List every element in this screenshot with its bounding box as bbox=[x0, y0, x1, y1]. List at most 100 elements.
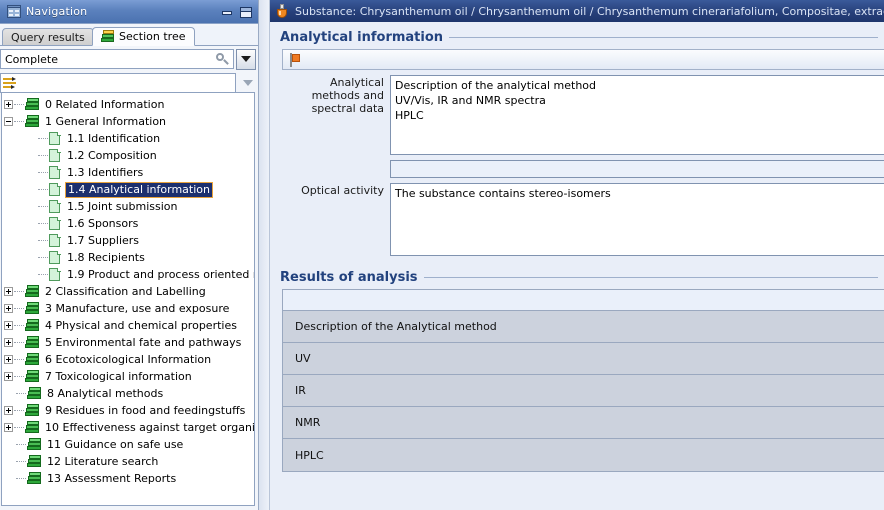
tree-item[interactable]: 1 General Information bbox=[4, 113, 254, 130]
form-toolbar[interactable] bbox=[282, 49, 884, 70]
tree-item[interactable]: 5 Environmental fate and pathways bbox=[4, 334, 254, 351]
section-tree-scroll[interactable]: 0 Related Information 1 General Informati… bbox=[1, 92, 255, 506]
tree-item[interactable]: 4 Physical and chemical properties bbox=[4, 317, 254, 334]
content-panel: Substance: Chrysanthemum oil / Chrysanth… bbox=[270, 0, 884, 510]
field-optical-activity-input[interactable]: The substance contains stereo-isomers bbox=[390, 183, 884, 256]
section-tree: 0 Related Information 1 General Informati… bbox=[2, 93, 254, 487]
field-optical-activity: Optical activity The substance contains … bbox=[282, 183, 884, 256]
tree-connector bbox=[14, 376, 24, 377]
expand-icon[interactable] bbox=[4, 355, 13, 364]
tree-connector bbox=[14, 308, 24, 309]
table-row[interactable]: Description of the Analytical method bbox=[283, 311, 884, 343]
results-table-toolbar[interactable] bbox=[283, 290, 884, 311]
restore-button[interactable] bbox=[238, 5, 254, 19]
table-row[interactable]: HPLC bbox=[283, 439, 884, 471]
document-icon bbox=[49, 250, 61, 265]
filter-icon[interactable] bbox=[3, 76, 18, 90]
field-analytical-methods: Analytical methods and spectral data Des… bbox=[282, 75, 884, 155]
document-icon bbox=[49, 233, 61, 248]
tree-item-label: 9 Residues in food and feedingstuffs bbox=[45, 403, 246, 417]
tree-item-label: 1.2 Composition bbox=[67, 148, 157, 162]
tree-item-label: 1 General Information bbox=[45, 114, 167, 128]
tree-item-label: 10 Effectiveness against target organism… bbox=[45, 420, 255, 434]
tree-item[interactable]: 1.4 Analytical information bbox=[4, 181, 254, 198]
document-icon bbox=[49, 148, 61, 163]
document-icon bbox=[49, 216, 61, 231]
content-titlebar: Substance: Chrysanthemum oil / Chrysanth… bbox=[270, 0, 884, 22]
tree-item[interactable]: 9 Residues in food and feedingstuffs bbox=[4, 402, 254, 419]
tree-connector bbox=[14, 291, 24, 292]
expand-icon[interactable] bbox=[4, 338, 13, 347]
table-row[interactable]: NMR bbox=[283, 407, 884, 439]
table-cell-method: Description of the Analytical method bbox=[295, 320, 497, 333]
tree-item[interactable]: 13 Assessment Reports bbox=[4, 470, 254, 487]
tree-item[interactable]: 1.7 Suppliers bbox=[4, 232, 254, 249]
document-icon bbox=[49, 182, 61, 197]
panel-splitter[interactable] bbox=[259, 0, 270, 510]
books-icon bbox=[27, 438, 42, 451]
expand-icon[interactable] bbox=[4, 372, 13, 381]
tree-connector bbox=[38, 138, 48, 139]
flag-icon[interactable] bbox=[289, 52, 302, 67]
tree-connector bbox=[38, 274, 48, 275]
field-unlabeled-input[interactable] bbox=[390, 160, 884, 178]
tree-item[interactable]: 1.6 Sponsors bbox=[4, 215, 254, 232]
search-icon[interactable] bbox=[214, 51, 230, 67]
navigation-titlebar: Navigation bbox=[0, 0, 258, 24]
minimize-button[interactable] bbox=[219, 5, 235, 19]
collapse-icon[interactable] bbox=[4, 117, 13, 126]
table-row[interactable]: UV bbox=[283, 343, 884, 375]
tree-item[interactable]: 8 Analytical methods bbox=[4, 385, 254, 402]
expand-icon[interactable] bbox=[4, 423, 13, 432]
search-input-value: Complete bbox=[5, 52, 59, 66]
tree-item[interactable]: 1.2 Composition bbox=[4, 147, 254, 164]
expand-icon[interactable] bbox=[4, 321, 13, 330]
tree-connector bbox=[14, 427, 24, 428]
field-analytical-methods-input[interactable]: Description of the analytical method UV/… bbox=[390, 75, 884, 155]
tree-item[interactable]: 11 Guidance on safe use bbox=[4, 436, 254, 453]
table-cell-method: NMR bbox=[295, 416, 321, 429]
expand-icon[interactable] bbox=[4, 406, 13, 415]
tree-item[interactable]: 3 Manufacture, use and exposure bbox=[4, 300, 254, 317]
expand-icon[interactable] bbox=[4, 100, 13, 109]
tree-connector bbox=[38, 155, 48, 156]
books-icon bbox=[25, 353, 40, 366]
tree-item[interactable]: 12 Literature search bbox=[4, 453, 254, 470]
tree-item[interactable]: 1.8 Recipients bbox=[4, 249, 254, 266]
document-icon bbox=[49, 267, 61, 282]
books-icon bbox=[25, 115, 40, 128]
books-icon bbox=[27, 455, 42, 468]
tree-item[interactable]: 1.9 Product and process oriented res bbox=[4, 266, 254, 283]
tree-item[interactable]: 1.5 Joint submission bbox=[4, 198, 254, 215]
filter-input[interactable] bbox=[0, 73, 236, 93]
divider bbox=[449, 37, 878, 38]
application-window: Navigation Query results Section tree Co… bbox=[0, 0, 884, 510]
tree-item[interactable]: 7 Toxicological information bbox=[4, 368, 254, 385]
expand-icon[interactable] bbox=[4, 287, 13, 296]
chevron-down-icon bbox=[243, 80, 253, 86]
tree-item[interactable]: 2 Classification and Labelling bbox=[4, 283, 254, 300]
tree-item-label: 12 Literature search bbox=[47, 454, 159, 468]
search-input[interactable]: Complete bbox=[0, 49, 234, 69]
tree-connector bbox=[14, 325, 24, 326]
table-row[interactable]: IR bbox=[283, 375, 884, 407]
tree-item-label: 13 Assessment Reports bbox=[47, 471, 177, 485]
books-icon bbox=[25, 404, 40, 417]
tree-item[interactable]: 10 Effectiveness against target organism… bbox=[4, 419, 254, 436]
tree-item[interactable]: 6 Ecotoxicological Information bbox=[4, 351, 254, 368]
tree-item[interactable]: 0 Related Information bbox=[4, 96, 254, 113]
search-dropdown-button[interactable] bbox=[236, 48, 256, 70]
tree-item[interactable]: 1.3 Identifiers bbox=[4, 164, 254, 181]
filter-dropdown-button[interactable] bbox=[238, 73, 258, 94]
tree-item-label: 11 Guidance on safe use bbox=[47, 437, 184, 451]
tree-item-label: 1.7 Suppliers bbox=[67, 233, 140, 247]
tree-item[interactable]: 1.1 Identification bbox=[4, 130, 254, 147]
tree-item-label: 4 Physical and chemical properties bbox=[45, 318, 237, 332]
tree-connector bbox=[16, 461, 26, 462]
substance-title: Substance: Chrysanthemum oil / Chrysanth… bbox=[295, 4, 884, 18]
tab-section-tree[interactable]: Section tree bbox=[92, 27, 195, 46]
tab-query-results[interactable]: Query results bbox=[2, 28, 94, 46]
tab-section-tree-label: Section tree bbox=[119, 30, 186, 43]
tree-connector bbox=[38, 206, 48, 207]
expand-icon[interactable] bbox=[4, 304, 13, 313]
